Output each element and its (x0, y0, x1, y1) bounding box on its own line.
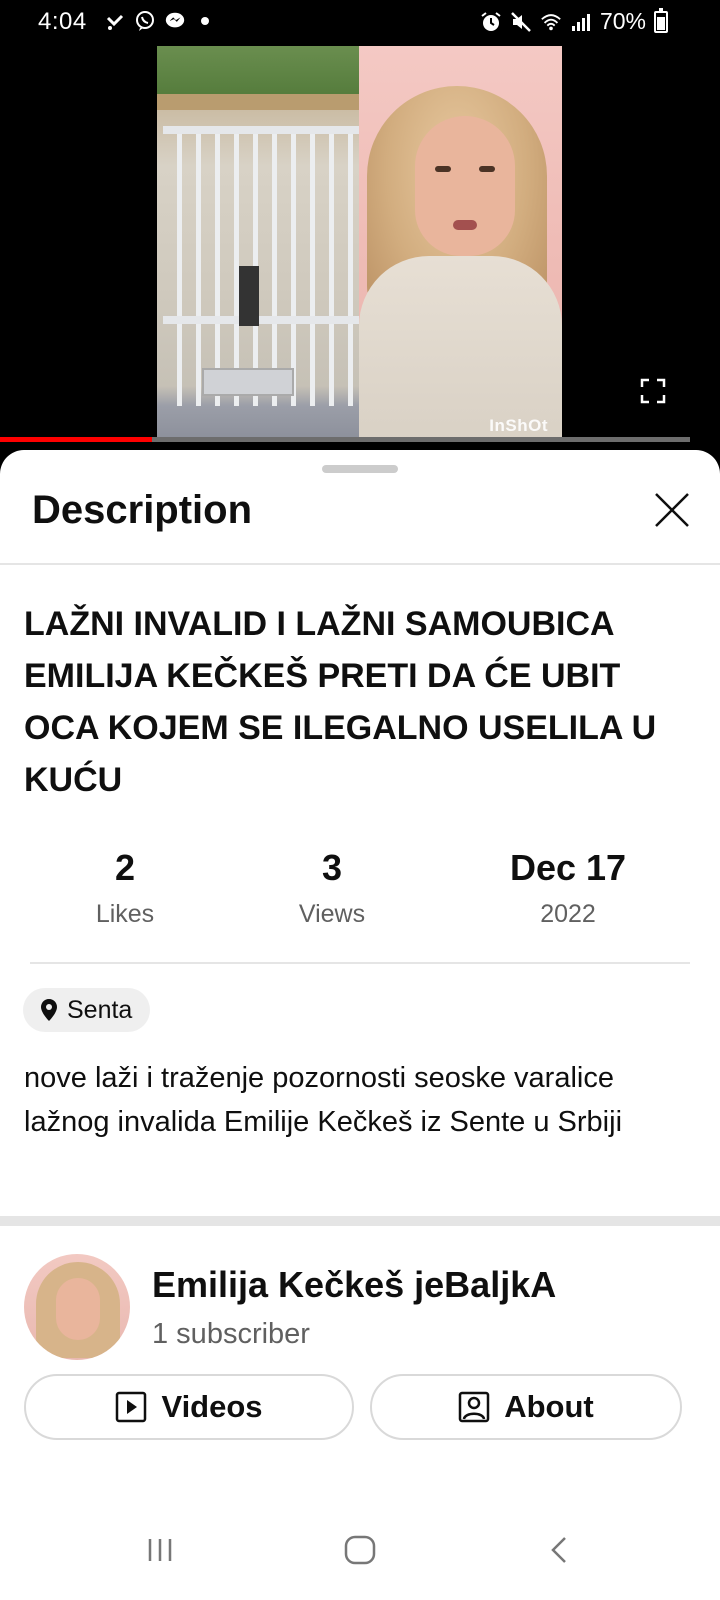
kennel-bowl (202, 368, 294, 396)
video-speaker-image: InShOt (359, 46, 562, 442)
status-notification-icons (104, 10, 216, 32)
avatar-face (56, 1278, 100, 1340)
back-icon (551, 1537, 566, 1563)
home-button[interactable] (330, 1520, 390, 1580)
messenger-icon (164, 10, 186, 32)
videos-button[interactable]: Videos (24, 1374, 354, 1440)
channel-avatar[interactable] (24, 1254, 130, 1360)
viber-icon (134, 10, 156, 32)
sheet-drag-handle[interactable] (322, 465, 398, 473)
video-progress-bar[interactable] (0, 437, 690, 442)
likes-label: Likes (95, 900, 155, 928)
subscriber-count: 1 subscriber (152, 1318, 310, 1350)
kennel-bars (163, 126, 359, 406)
system-nav-bar (0, 1500, 720, 1600)
description-sheet: Description LAŽNI INVALID I LAŽNI SAMOUB… (0, 450, 720, 1600)
video-watermark: InShOt (489, 416, 548, 435)
recents-icon (148, 1539, 172, 1561)
channel-name[interactable]: Emilija Kečkeš jeBaljkA (152, 1264, 556, 1306)
about-button-label: About (504, 1389, 594, 1424)
kennel-roof (157, 94, 359, 110)
stat-likes: 2 Likes (58, 846, 192, 929)
person-box-icon (458, 1391, 490, 1423)
speaker-face (415, 116, 515, 256)
fullscreen-icon[interactable] (640, 378, 666, 404)
video-kennel-image (157, 46, 359, 442)
likes-count: 2 (114, 847, 136, 888)
home-icon (344, 1535, 376, 1565)
upload-year: 2022 (540, 900, 596, 928)
stat-date: Dec 17 2022 (490, 846, 646, 929)
signal-icon (570, 11, 592, 33)
battery-icon (654, 7, 668, 33)
views-count: 3 (321, 847, 343, 888)
kennel-door (239, 266, 259, 326)
stats-divider (30, 962, 690, 964)
speaker-eye-left (435, 166, 451, 172)
status-bar: 4:04 70% (0, 0, 720, 46)
close-icon[interactable] (652, 490, 692, 530)
speaker-eye-right (479, 166, 495, 172)
videos-button-label: Videos (161, 1389, 263, 1424)
dot-icon (194, 10, 216, 32)
missed-call-icon (104, 10, 126, 32)
description-text: nove laži i traženje pozornosti seoske v… (24, 1062, 623, 1138)
alarm-icon (480, 11, 502, 33)
wifi-icon (540, 11, 562, 33)
upload-date: Dec 17 (509, 847, 627, 888)
video-title: LAŽNI INVALID I LAŽNI SAMOUBICA EMILIJA … (24, 605, 657, 799)
location-pin-icon (41, 999, 57, 1021)
video-progress-fill (0, 437, 152, 442)
video-frame[interactable]: InShOt (157, 46, 562, 442)
mute-icon (510, 11, 532, 33)
header-divider (0, 563, 720, 565)
play-box-icon (116, 1391, 147, 1423)
status-time: 4:04 (38, 8, 87, 35)
location-label: Senta (67, 995, 133, 1024)
about-button[interactable]: About (370, 1374, 682, 1440)
recents-button[interactable] (130, 1520, 190, 1580)
sheet-title: Description (32, 488, 253, 532)
status-system-icons: 70% (480, 7, 668, 35)
stat-views: 3 Views (262, 846, 402, 929)
speaker-mouth (453, 220, 477, 230)
video-player[interactable]: InShOt (0, 46, 720, 442)
close-button[interactable] (652, 490, 692, 530)
views-label: Views (298, 900, 366, 928)
battery-percent: 70% (599, 8, 646, 34)
speaker-sweater (359, 256, 562, 442)
section-separator (0, 1216, 720, 1226)
location-chip[interactable]: Senta (23, 988, 151, 1032)
back-button[interactable] (530, 1520, 590, 1580)
